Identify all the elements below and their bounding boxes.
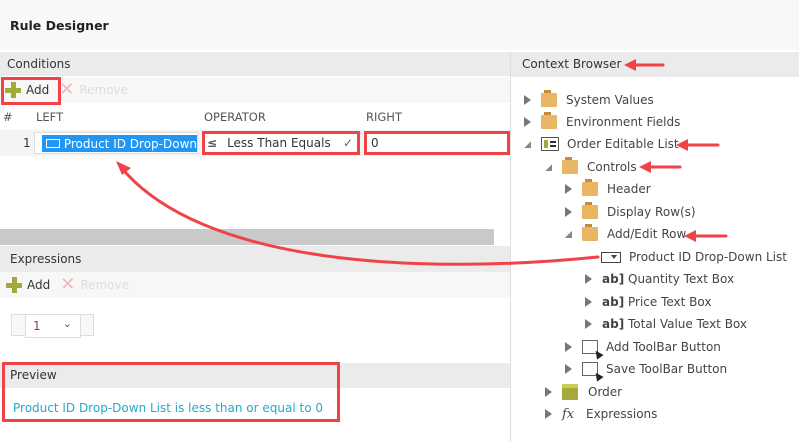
page-value: 1 (33, 319, 41, 333)
item-label: Product ID Drop-Down List (629, 250, 787, 264)
collapse-icon (565, 230, 572, 238)
item-label: Order Editable List (567, 137, 679, 151)
remove-label: Remove (79, 83, 129, 97)
expand-icon (585, 274, 592, 284)
tree-item-add-edit-row[interactable]: Add/Edit Row (565, 224, 686, 244)
textbox-icon: ab] (602, 295, 625, 309)
tree-item-expressions[interactable]: fx Expressions (545, 404, 657, 424)
tree-item-header[interactable]: Header (565, 179, 651, 199)
col-right: RIGHT (366, 110, 402, 124)
expand-icon (565, 207, 572, 217)
item-label: System Values (566, 93, 654, 107)
splitter[interactable] (0, 229, 494, 245)
page-select[interactable]: 1 ⌄ (25, 314, 81, 338)
folder-icon (562, 157, 578, 174)
page-title: Rule Designer (10, 18, 109, 33)
item-label: Add ToolBar Button (606, 340, 721, 354)
expand-icon (565, 184, 572, 194)
fx-icon: fx (562, 406, 575, 422)
col-operator: OPERATOR (204, 110, 266, 124)
expand-icon (524, 117, 531, 127)
tree-item-environment-fields[interactable]: Environment Fields (524, 112, 680, 132)
item-label: Order (588, 385, 623, 399)
folder-icon (582, 224, 598, 241)
item-label: Expressions (586, 407, 658, 421)
col-left: LEFT (36, 110, 64, 124)
expressions-add-button[interactable]: Add (6, 277, 50, 293)
add-label: Add (27, 278, 51, 292)
tree-item-add-toolbar-button[interactable]: Add ToolBar Button (565, 337, 721, 357)
conditions-toolbar: Add ✕ Remove (0, 77, 510, 103)
left-value: Product ID Drop-Down (63, 136, 197, 151)
remove-icon: ✕ (60, 274, 76, 295)
context-browser-header: Context Browser (511, 52, 799, 77)
folder-icon (582, 179, 598, 196)
item-label: Quantity Text Box (628, 272, 735, 286)
chevron-down-icon: ⌄ (62, 317, 72, 330)
expressions-toolbar: Add ✕ Remove (0, 272, 510, 298)
item-label: Add/Edit Row (607, 227, 687, 241)
folder-icon (541, 90, 557, 107)
annotation-box (2, 362, 340, 422)
remove-label: Remove (80, 278, 130, 292)
folder-icon (582, 202, 598, 219)
textbox-icon: ab] (602, 272, 625, 286)
col-num: # (3, 110, 13, 124)
expand-icon (524, 95, 531, 105)
tree-item-display-rows[interactable]: Display Row(s) (565, 202, 696, 222)
folder-icon (541, 112, 557, 129)
item-label: Save ToolBar Button (606, 362, 728, 376)
expand-icon (565, 342, 572, 352)
conditions-remove-button[interactable]: ✕ Remove (59, 79, 129, 100)
conditions-header: Conditions (0, 52, 510, 76)
expand-icon (585, 319, 592, 329)
dropdown-icon (46, 139, 60, 148)
collapse-icon (524, 140, 531, 148)
row-number: 1 (23, 136, 31, 150)
arrowhead (639, 161, 651, 173)
tree-item-quantity-text-box[interactable]: ab] Quantity Text Box (585, 269, 734, 289)
dropdown-icon (601, 251, 621, 263)
item-label: Header (607, 182, 651, 196)
item-label: Total Value Text Box (628, 317, 747, 331)
left-field-token: Product ID Drop-Down (42, 135, 197, 152)
plus-icon (6, 277, 22, 293)
collapse-icon (545, 163, 552, 171)
annotation-box (1, 77, 61, 105)
item-label: Display Row(s) (607, 205, 696, 219)
pager: 1 ⌄ (11, 314, 94, 338)
annotation-box (202, 131, 360, 155)
expressions-remove-button[interactable]: ✕ Remove (60, 274, 130, 295)
tree-item-order[interactable]: Order (545, 382, 622, 402)
textbox-icon: ab] (602, 317, 625, 331)
expand-icon (545, 409, 552, 419)
expressions-header: Expressions (0, 246, 510, 272)
tree-item-system-values[interactable]: System Values (524, 90, 654, 110)
expand-icon (545, 387, 552, 397)
item-label: Controls (587, 160, 637, 174)
item-label: Price Text Box (628, 295, 712, 309)
annotation-box (364, 131, 510, 155)
button-icon (582, 340, 598, 354)
tree-item-save-toolbar-button[interactable]: Save ToolBar Button (565, 359, 727, 379)
expand-icon (585, 297, 592, 307)
arrowhead (116, 161, 131, 175)
tree-item-controls[interactable]: Controls (545, 157, 637, 177)
title-bar: Rule Designer (0, 0, 799, 50)
list-icon (541, 137, 559, 151)
item-label: Environment Fields (566, 115, 681, 129)
remove-icon: ✕ (59, 79, 75, 100)
button-icon (582, 362, 598, 376)
tree-item-price-text-box[interactable]: ab] Price Text Box (585, 292, 711, 312)
smartobject-icon (562, 384, 578, 400)
panel-divider (510, 52, 511, 442)
left-field[interactable]: Product ID Drop-Down (34, 132, 198, 154)
expand-icon (565, 364, 572, 374)
tree-item-total-value-text-box[interactable]: ab] Total Value Text Box (585, 314, 747, 334)
tree-item-product-id-dropdown[interactable]: Product ID Drop-Down List (601, 247, 787, 267)
tree-item-order-editable-list[interactable]: Order Editable List (524, 134, 679, 154)
